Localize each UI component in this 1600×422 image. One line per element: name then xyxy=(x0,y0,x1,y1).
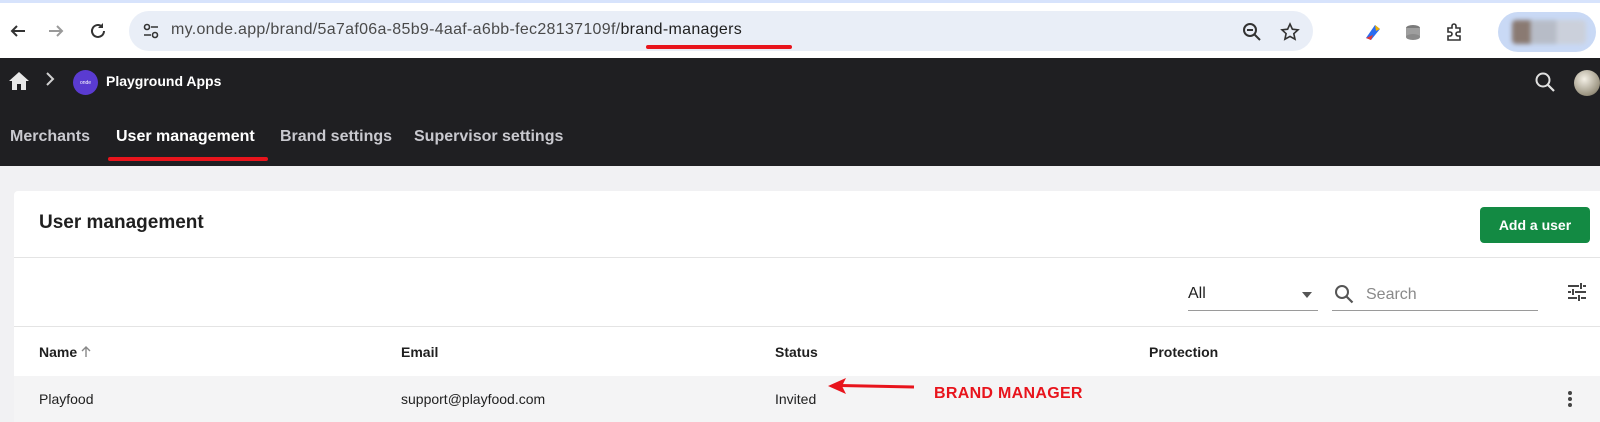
row-status: Invited xyxy=(775,391,817,407)
column-header-name-label: Name xyxy=(39,344,78,360)
tab-supervisor-settings[interactable]: Supervisor settings xyxy=(414,128,563,146)
bookmark-star-icon[interactable] xyxy=(1279,21,1301,43)
status-filter-select[interactable]: All xyxy=(1188,279,1318,311)
filter-value: All xyxy=(1188,285,1206,302)
column-header-email[interactable]: Email xyxy=(401,344,438,360)
tab-user-management[interactable]: User management xyxy=(116,128,255,146)
page-title: User management xyxy=(39,212,204,233)
divider xyxy=(14,326,1600,327)
home-icon[interactable] xyxy=(8,70,30,92)
annotation-label: BRAND MANAGER xyxy=(934,385,1083,402)
brand-avatar[interactable]: onde xyxy=(73,70,98,95)
reload-icon[interactable] xyxy=(86,19,110,43)
url-highlight-underline xyxy=(646,45,792,49)
back-icon[interactable] xyxy=(6,19,30,43)
brand-name[interactable]: Playground Apps xyxy=(106,73,221,89)
brand-avatar-text: onde xyxy=(79,79,92,86)
browser-toolbar: my.onde.app/brand/5a7af06a-85b9-4aaf-a6b… xyxy=(0,0,1600,58)
search-icon[interactable] xyxy=(1534,71,1556,93)
site-settings-icon[interactable] xyxy=(141,21,161,41)
sort-ascending-icon[interactable] xyxy=(80,345,92,357)
column-header-status[interactable]: Status xyxy=(775,344,818,360)
app-header: onde Playground Apps Merchants User mana… xyxy=(0,58,1600,166)
table-row[interactable]: Playfood support@playfood.com Invited xyxy=(14,376,1600,422)
tab-brand-settings[interactable]: Brand settings xyxy=(280,128,392,146)
search-icon xyxy=(1334,284,1354,304)
row-email: support@playfood.com xyxy=(401,391,546,407)
url-highlight: brand-managers xyxy=(620,21,743,38)
column-header-name[interactable]: Name xyxy=(39,344,92,360)
caret-down-icon xyxy=(1302,292,1312,298)
annotation-arrow xyxy=(828,378,915,394)
puzzle-icon[interactable] xyxy=(1442,20,1466,44)
forward-icon[interactable] xyxy=(44,19,68,43)
zoom-icon[interactable] xyxy=(1241,21,1263,43)
chevron-right-icon xyxy=(44,72,56,91)
filter-settings-icon[interactable] xyxy=(1566,281,1590,305)
url-main: my.onde.app/brand/5a7af06a-85b9-4aaf-a6b… xyxy=(171,21,621,38)
more-options-icon[interactable] xyxy=(1560,389,1580,409)
add-user-button[interactable]: Add a user xyxy=(1480,207,1590,243)
extension-icon[interactable] xyxy=(1401,20,1425,44)
column-header-protection[interactable]: Protection xyxy=(1149,344,1218,360)
user-avatar[interactable] xyxy=(1574,70,1600,96)
extension-icon[interactable] xyxy=(1361,20,1385,44)
row-name: Playfood xyxy=(39,391,94,407)
search-input[interactable] xyxy=(1366,281,1534,309)
search-field[interactable] xyxy=(1332,279,1538,311)
active-tab-underline xyxy=(108,157,268,161)
profile-avatar xyxy=(1512,20,1586,44)
divider xyxy=(14,257,1600,258)
url-text: my.onde.app/brand/5a7af06a-85b9-4aaf-a6b… xyxy=(171,21,742,39)
user-management-card: User management Add a user All Name Emai… xyxy=(14,191,1600,422)
tab-merchants[interactable]: Merchants xyxy=(10,128,90,146)
